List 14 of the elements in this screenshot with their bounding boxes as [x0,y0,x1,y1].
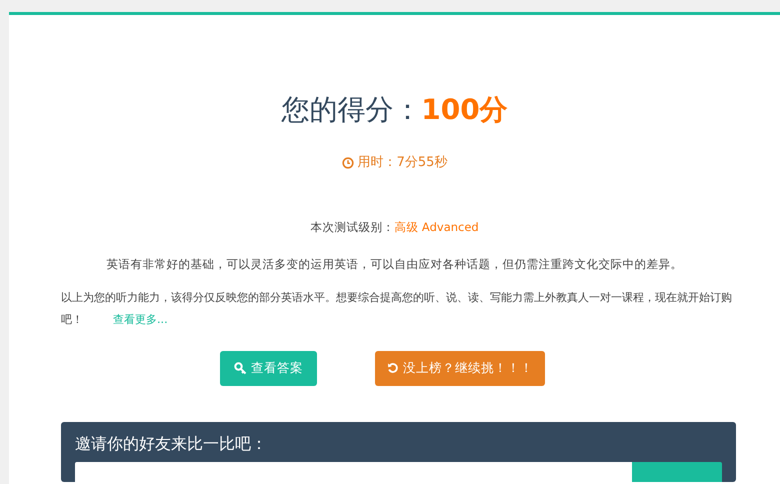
clock-icon [342,156,354,169]
redo-icon [387,362,399,374]
key-icon [234,362,247,375]
test-level: 本次测试级别：高级 Advanced [310,220,479,234]
invite-field[interactable] [75,462,632,482]
time-used: 用时：7分55秒 [358,154,448,172]
view-answers-button[interactable]: 查看答案 [220,351,317,386]
level-description: 英语有非常好的基础，可以灵活多变的运用英语，可以自由应对各种话题，但仍需注重跨文化交际中的差异。 [106,256,682,271]
more-link[interactable]: 查看更多... [113,313,168,326]
invite-title: 邀请你的好友来比一比吧： [75,432,268,455]
advice-text: 以上为您的听力能力，该得分仅反映您的部分英语水平。想要综合提高您的听、说、读、写能力需上外教真人一对一课程，现在就开始订购吧！ 查看更多... [61,290,733,328]
retry-button[interactable]: 没上榜？继续挑！！！ [375,351,545,386]
invite-button[interactable] [632,462,722,482]
score-title: 您的得分：100分 [281,93,508,126]
